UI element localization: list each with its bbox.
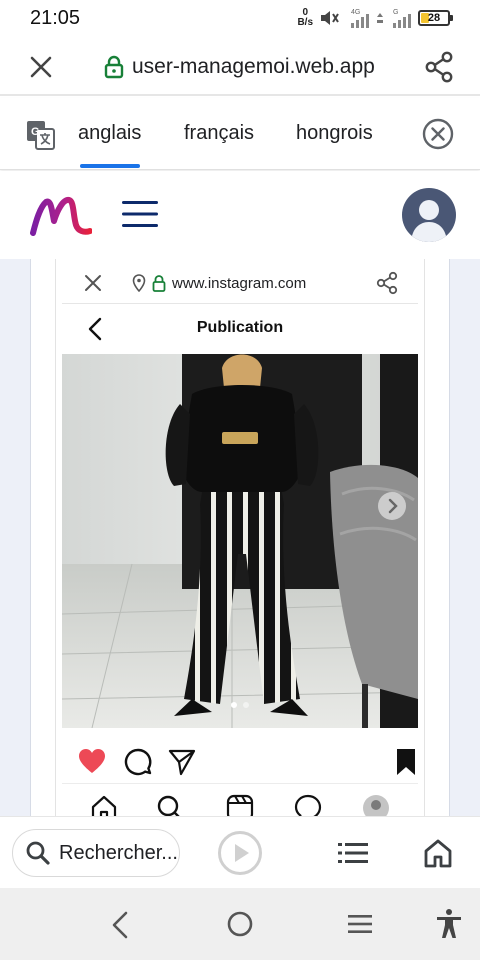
search-label: Rechercher... <box>59 841 178 864</box>
embedded-url-bar: www.instagram.com <box>62 262 418 304</box>
data-arrows-icon <box>377 13 383 23</box>
close-icon[interactable] <box>26 52 56 82</box>
signal-1-icon: 4G <box>351 9 369 28</box>
bookmark-icon <box>397 749 415 775</box>
embedded-post-header: Publication <box>62 306 418 352</box>
read-aloud-button[interactable] <box>218 831 262 875</box>
carousel-dots <box>62 702 418 712</box>
recents-icon[interactable] <box>346 912 374 936</box>
carousel-dot <box>231 702 237 708</box>
google-translate-icon: G <box>27 121 55 150</box>
tab-language-3[interactable]: hongrois <box>296 122 373 145</box>
list-icon[interactable] <box>338 839 370 867</box>
avatar[interactable] <box>402 188 456 242</box>
tab-language-2[interactable]: français <box>184 122 254 145</box>
search-icon <box>157 795 180 816</box>
carousel-next-button <box>378 492 406 520</box>
screen: 21:05 0 B/s 4G G 28 user-managemoi.web.a… <box>0 0 480 960</box>
status-icons: 0 B/s 4G G 28 <box>297 5 453 31</box>
play-icon <box>235 844 249 862</box>
lock-icon <box>152 275 166 292</box>
browser-bottom-toolbar: Rechercher... <box>0 816 480 888</box>
search-button[interactable]: Rechercher... <box>12 829 180 877</box>
signal-2-icon: G <box>393 9 411 28</box>
share-icon[interactable] <box>424 50 454 84</box>
comment-icon <box>124 748 152 776</box>
tabs-fade <box>380 108 410 160</box>
battery-icon: 28 <box>418 10 453 26</box>
svg-text:G: G <box>31 126 40 138</box>
search-icon <box>26 841 50 865</box>
hamburger-menu-icon[interactable] <box>122 198 158 230</box>
carousel-dot <box>243 702 249 708</box>
embedded-url-text: www.instagram.com <box>172 274 307 292</box>
home-icon[interactable] <box>422 837 454 869</box>
system-navigation-bar <box>0 888 480 960</box>
heart-icon <box>79 749 105 773</box>
chevron-right-icon <box>388 498 398 514</box>
close-circle-icon[interactable] <box>422 118 454 150</box>
home-icon <box>91 795 117 816</box>
site-header <box>0 171 480 259</box>
embedded-url-display: www.instagram.com <box>132 272 306 294</box>
location-pin-icon <box>132 274 146 292</box>
share-icon <box>376 271 398 295</box>
network-speed: 0 B/s <box>297 8 313 28</box>
battery-level: 28 <box>427 12 441 24</box>
tab-language-1[interactable]: anglais <box>78 122 141 145</box>
embedded-bottom-nav <box>62 786 418 816</box>
back-icon[interactable] <box>108 910 132 940</box>
mute-icon <box>321 11 339 25</box>
signal-2-label: G <box>393 9 398 16</box>
send-icon <box>168 749 196 776</box>
post-image <box>62 354 418 728</box>
home-circle-icon[interactable] <box>226 910 254 938</box>
browser-url-bar: user-managemoi.web.app <box>0 36 480 96</box>
accessibility-icon[interactable] <box>434 908 464 940</box>
fashion-photo <box>62 354 418 728</box>
selected-tab-indicator <box>80 164 140 168</box>
translate-bar: G anglais français hongrois <box>0 98 480 170</box>
status-bar: 21:05 0 B/s 4G G 28 <box>0 0 480 36</box>
signal-1-label: 4G <box>351 9 360 16</box>
profile-icon <box>363 795 389 816</box>
user-icon <box>411 200 447 242</box>
messenger-icon <box>294 794 322 816</box>
page-title: Publication <box>196 319 284 336</box>
post-actions <box>62 740 418 784</box>
close-icon <box>85 275 101 291</box>
reels-icon <box>226 794 254 816</box>
site-logo[interactable] <box>30 193 92 237</box>
url-display[interactable]: user-managemoi.web.app <box>104 50 375 84</box>
lock-icon <box>104 55 124 79</box>
network-speed-unit: B/s <box>297 17 313 28</box>
url-text: user-managemoi.web.app <box>132 55 375 78</box>
status-time: 21:05 <box>30 7 81 29</box>
